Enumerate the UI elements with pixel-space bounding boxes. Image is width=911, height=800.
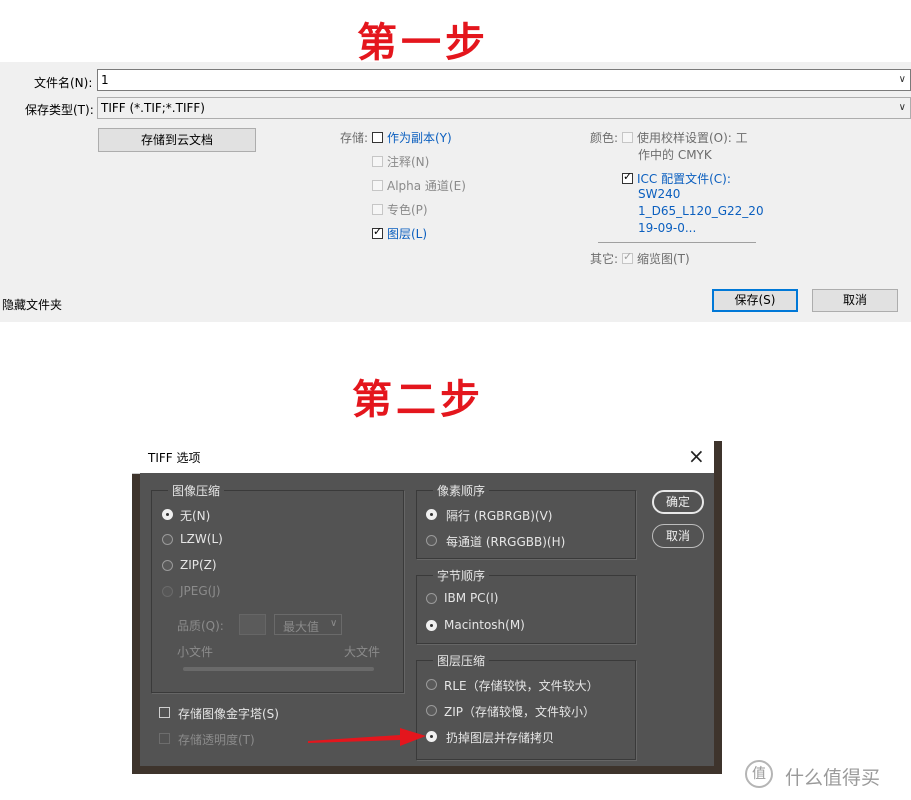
chevron-down-icon[interactable]: ∨ <box>899 98 906 118</box>
tiff-dialog-titlebar: TIFF 选项 × <box>132 441 714 474</box>
radio-icon <box>162 586 173 597</box>
red-arrow-annotation <box>308 728 426 746</box>
icc-profile-line4: 19-09-0... <box>638 221 697 235</box>
radio-icon[interactable] <box>162 509 173 520</box>
large-file-label: 大文件 <box>344 645 381 659</box>
checkbox-icon <box>372 204 383 215</box>
close-icon[interactable]: × <box>688 444 705 468</box>
quality-slider <box>183 667 374 671</box>
byte-order-title: 字节顺序 <box>433 567 490 584</box>
checkbox-icon <box>372 180 383 191</box>
byte-order-mac-option[interactable]: Macintosh(M) <box>424 617 624 635</box>
pixel-order-title: 像素顺序 <box>433 482 490 499</box>
save-button[interactable]: 保存(S) <box>712 289 798 312</box>
store-label: 存储: <box>340 131 369 145</box>
thumbnail-option: 缩览图(T) <box>622 250 690 267</box>
tiff-dialog-title: TIFF 选项 <box>148 451 201 465</box>
filename-label: 文件名(N): <box>34 76 93 90</box>
step1-title: 第一步 <box>357 20 489 66</box>
proof-setup-line2: 作中的 CMYK <box>638 148 712 162</box>
chevron-down-icon: ∨ <box>330 618 338 629</box>
checkbox-icon[interactable] <box>372 225 383 239</box>
quality-input <box>239 614 266 635</box>
store-option-notes: 注释(N) <box>372 153 429 170</box>
ok-button[interactable]: 确定 <box>652 490 704 514</box>
compression-lzw-option[interactable]: LZW(L) <box>160 531 280 549</box>
quality-label: 品质(Q): <box>177 619 224 633</box>
filename-field[interactable]: 1 ∨ <box>97 69 911 91</box>
store-option-spot: 专色(P) <box>372 201 428 218</box>
compression-zip-option[interactable]: ZIP(Z) <box>160 557 280 575</box>
checkbox-icon <box>372 156 383 167</box>
cancel-button[interactable]: 取消 <box>812 289 898 312</box>
checkbox-icon <box>159 733 170 744</box>
filetype-label: 保存类型(T): <box>25 103 94 117</box>
checkbox-icon[interactable] <box>372 132 383 143</box>
color-label: 颜色: <box>590 131 619 145</box>
hide-folders-link[interactable]: 隐藏文件夹 <box>2 296 62 313</box>
radio-icon[interactable] <box>426 705 437 716</box>
radio-icon[interactable] <box>426 679 437 690</box>
small-file-label: 小文件 <box>177 645 214 659</box>
save-pyramid-option[interactable]: 存储图像金字塔(S) <box>157 705 307 723</box>
pixel-order-interleaved-option[interactable]: 隔行 (RGBRGB)(V) <box>424 506 624 524</box>
icc-profile-line2: SW240 <box>638 187 681 201</box>
compression-jpeg-option: JPEG(J) <box>160 583 280 601</box>
filetype-value: TIFF (*.TIF;*.TIFF) <box>101 101 205 115</box>
pixel-order-per-channel-option[interactable]: 每通道 (RRGGBB)(H) <box>424 532 624 550</box>
byte-order-ibm-option[interactable]: IBM PC(I) <box>424 590 624 608</box>
filename-value: 1 <box>101 73 109 87</box>
radio-icon[interactable] <box>426 620 437 631</box>
save-transparency-option: 存储透明度(T) <box>157 731 307 749</box>
step2-title: 第二步 <box>352 377 484 423</box>
chevron-down-icon[interactable]: ∨ <box>899 70 906 90</box>
store-option-alpha: Alpha 通道(E) <box>372 177 466 194</box>
cancel-button[interactable]: 取消 <box>652 524 704 548</box>
save-to-cloud-button[interactable]: 存储到云文档 <box>98 128 256 152</box>
filetype-select[interactable]: TIFF (*.TIF;*.TIFF) ∨ <box>97 97 911 119</box>
compression-none-option[interactable]: 无(N) <box>160 506 280 524</box>
layer-compression-rle-option[interactable]: RLE（存储较快，文件较大） <box>424 676 624 694</box>
radio-icon[interactable] <box>162 534 173 545</box>
checkbox-icon <box>622 132 633 143</box>
icc-profile-line3: 1_D65_L120_G22_20 <box>638 204 764 218</box>
store-option-layers[interactable]: 图层(L) <box>372 225 427 242</box>
checkbox-icon[interactable] <box>622 170 633 184</box>
layer-compression-zip-option[interactable]: ZIP（存储较慢，文件较小） <box>424 702 624 720</box>
watermark-logo-icon: 值 <box>745 760 773 788</box>
image-compression-title: 图像压缩 <box>168 482 225 499</box>
proof-setup-option: 使用校样设置(O): 工 <box>622 129 748 146</box>
layer-compression-discard-option[interactable]: 扔掉图层并存储拷贝 <box>424 728 624 746</box>
layer-compression-title: 图层压缩 <box>433 652 490 669</box>
checkbox-icon <box>622 250 633 264</box>
icc-profile-option[interactable]: ICC 配置文件(C): <box>622 170 731 187</box>
radio-icon[interactable] <box>162 560 173 571</box>
radio-icon[interactable] <box>426 509 437 520</box>
quality-select: 最大值 ∨ <box>274 614 342 635</box>
radio-icon[interactable] <box>426 535 437 546</box>
radio-icon[interactable] <box>426 593 437 604</box>
divider <box>598 242 756 243</box>
checkbox-icon[interactable] <box>159 707 170 718</box>
other-label: 其它: <box>590 252 619 266</box>
store-option-copy[interactable]: 作为副本(Y) <box>372 129 452 146</box>
watermark-text: 什么值得买 <box>785 767 881 789</box>
